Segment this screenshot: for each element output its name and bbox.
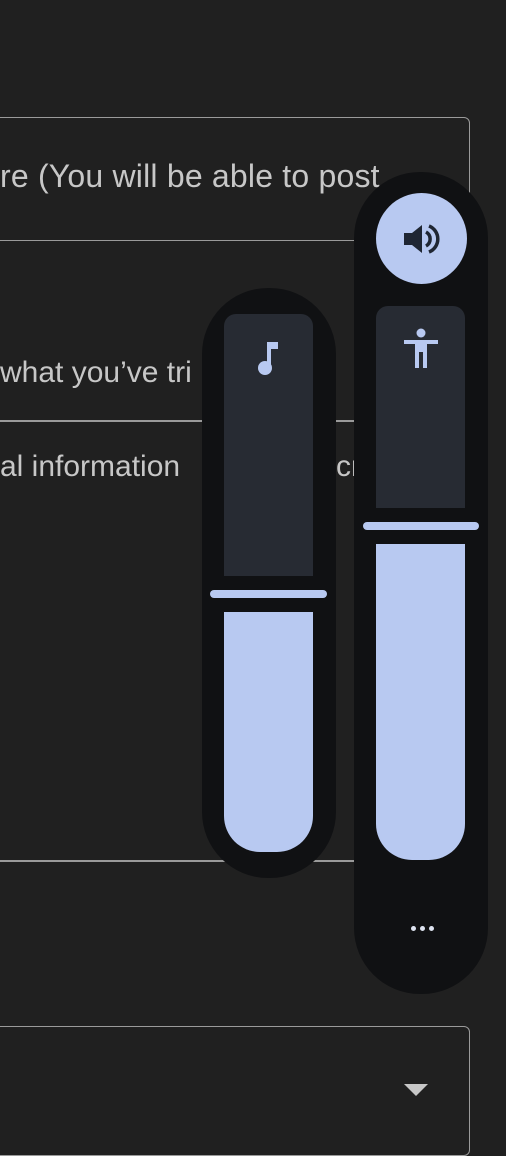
tried-field-text[interactable]: what you’ve tri — [0, 356, 192, 390]
personal-info-label: al information — [0, 450, 181, 483]
music-note-icon — [254, 340, 282, 381]
summary-field-text: re (You will be able to post — [0, 158, 380, 194]
music-slider-fill — [224, 612, 313, 852]
personal-info-text: al information — [0, 450, 180, 484]
more-dot — [410, 925, 416, 931]
category-dropdown[interactable] — [0, 1026, 470, 1156]
more-dot — [428, 925, 434, 931]
accessibility-slider-handle[interactable] — [363, 522, 479, 530]
more-dot — [419, 925, 425, 931]
accessibility-slider-fill — [376, 544, 465, 860]
volume-up-icon — [403, 223, 439, 254]
accessibility-icon — [402, 328, 440, 375]
ringer-mode-button[interactable] — [376, 193, 467, 284]
music-slider-handle[interactable] — [210, 590, 327, 598]
more-horiz-icon[interactable] — [398, 912, 446, 944]
dropdown-arrow-icon[interactable] — [404, 1084, 428, 1096]
